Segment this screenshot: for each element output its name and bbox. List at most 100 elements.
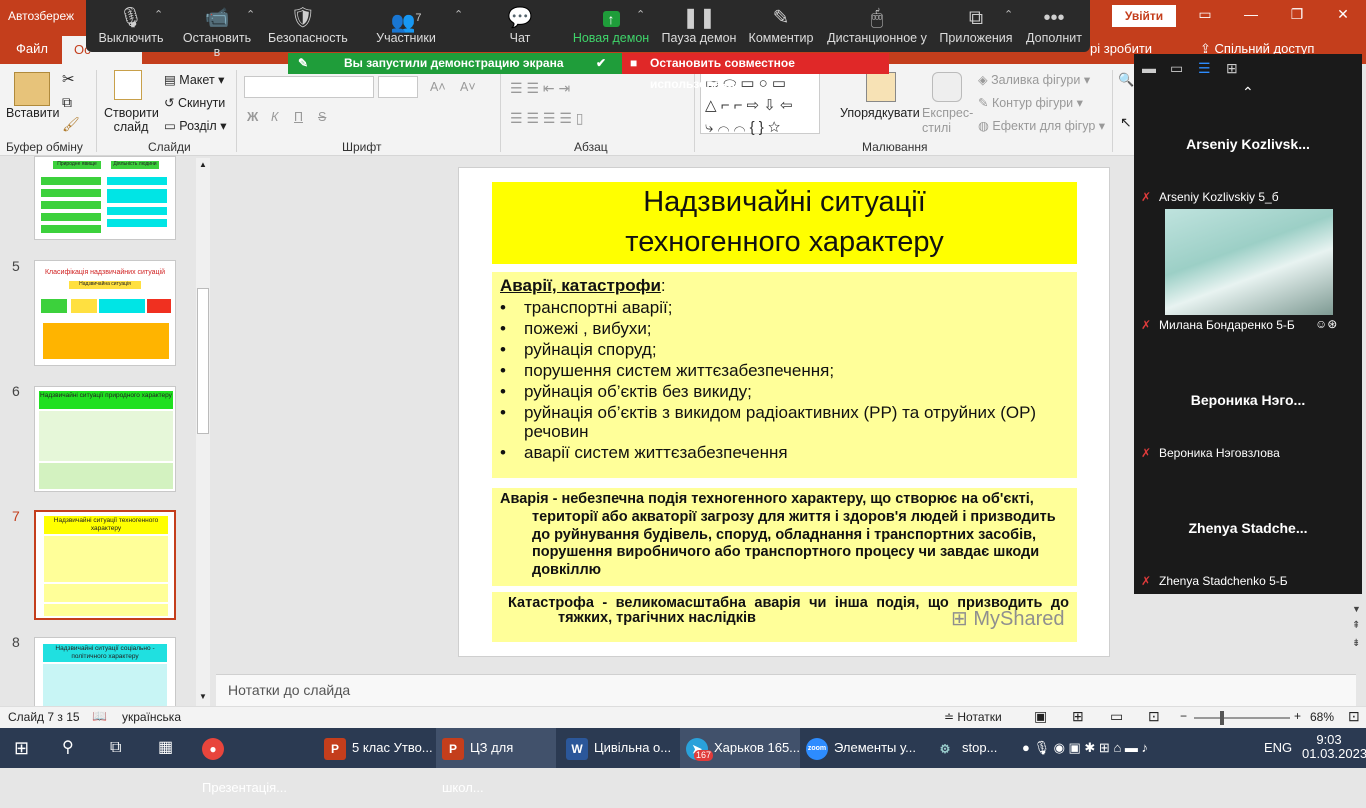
task-view-icon[interactable]: ⧉	[110, 728, 121, 768]
windows-start-icon[interactable]: ⊞	[14, 728, 29, 768]
align-icon[interactable]: ☰ ☰ ☰ ☰ ▯	[510, 110, 583, 127]
scroll-down-icon[interactable]: ▼	[199, 692, 207, 701]
grow-font-icon[interactable]: A˄	[430, 80, 446, 94]
stop-share-button[interactable]: ■ Остановить совместное использование	[622, 53, 889, 91]
italic-button[interactable]: К	[271, 110, 278, 124]
slide-thumbnail-5[interactable]: Класифікація надзвичайних ситуацій Надзв…	[34, 260, 176, 366]
strike-button[interactable]: S	[318, 110, 326, 124]
select-icon[interactable]: ↖	[1120, 114, 1132, 131]
bold-button[interactable]: Ж	[247, 110, 258, 124]
tray-icons[interactable]: ● 🎙 ◉ ▣ ✱ ⊞ ⌂ ▬ ♪	[1022, 728, 1148, 768]
speaker-view-icon[interactable]: ▭	[1170, 60, 1183, 77]
remote-control-button[interactable]: 🖱 Дистанционное у	[824, 5, 930, 45]
zoom-slider[interactable]	[1194, 717, 1290, 719]
shape-effects-button[interactable]: ◍ Ефекти для фігур ▾	[978, 118, 1105, 133]
taskbar-word[interactable]: W Цивільна о...	[566, 728, 676, 768]
shape-outline-button[interactable]: ✎ Контур фігури ▾	[978, 95, 1083, 110]
security-button[interactable]: 🛡 Безопасность	[268, 5, 348, 45]
font-size-input[interactable]	[378, 76, 418, 98]
copy-icon[interactable]: ⧉	[62, 94, 72, 111]
pin-icon[interactable]: ✎	[298, 53, 308, 74]
reading-view-icon[interactable]: ▭	[1110, 708, 1123, 725]
format-painter-icon[interactable]: 🖌	[62, 116, 80, 133]
slide-title[interactable]: Надзвичайні ситуації техногенного характ…	[492, 182, 1077, 264]
slide-thumbnail-8[interactable]: Надзвичайні ситуації соціально - політич…	[34, 637, 176, 708]
normal-view-icon[interactable]: ▣	[1034, 708, 1047, 725]
tab-file[interactable]: Файл	[16, 41, 48, 56]
quick-styles-button[interactable]: Експрес-стилі	[922, 106, 973, 136]
chevron-up-icon[interactable]: ⌃	[246, 8, 255, 21]
slide-thumbnail-6[interactable]: Надзвичайні ситуації природного характер…	[34, 386, 176, 492]
taskbar-stop-share[interactable]: ⚙ stop...	[934, 728, 1014, 768]
taskbar-zoom[interactable]: zoom Элементы у...	[806, 728, 924, 768]
paste-button[interactable]: Вставити	[6, 106, 59, 120]
section-button[interactable]: ▭ Розділ ▾	[164, 118, 226, 133]
next-slide-icon[interactable]: ⇟	[1352, 638, 1360, 649]
scrollbar-thumb[interactable]	[197, 288, 209, 434]
accidents-list-box[interactable]: Аварії, катастрофи: • транспортні аварії;…	[492, 272, 1077, 478]
gallery-view-icon[interactable]: ⊞	[1226, 60, 1238, 77]
collapse-icon[interactable]: ⌃	[1242, 84, 1254, 101]
stop-video-button[interactable]: 📹 Остановить в	[178, 5, 256, 59]
taskbar-chrome[interactable]: ● Презентація...	[202, 728, 314, 795]
close-icon[interactable]: ✕	[1328, 6, 1358, 26]
taskbar-powerpoint-1[interactable]: P 5 клас Утво...	[324, 728, 434, 768]
remote-label: Дистанционное у	[827, 31, 927, 45]
chevron-up-icon[interactable]: ⌃	[1004, 8, 1013, 21]
shrink-font-icon[interactable]: A˅	[460, 80, 476, 94]
accident-definition[interactable]: Аварія - небезпечна подія техногенного х…	[492, 488, 1077, 586]
zoom-level[interactable]: 68%	[1310, 710, 1334, 724]
calculator-icon[interactable]: ▦	[158, 728, 173, 768]
participant-tile[interactable]: Zhenya Stadche... ✗ Zhenya Stadchenko 5-…	[1135, 468, 1361, 594]
chevron-up-icon[interactable]: ⌃	[454, 8, 463, 21]
prev-slide-icon[interactable]: ⇞	[1352, 620, 1360, 631]
spellcheck-icon[interactable]: 📖	[92, 709, 107, 723]
sign-in-button[interactable]: Увійти	[1112, 5, 1176, 27]
slide-thumbnail-4[interactable]: Природне явище Діяльність людини	[34, 156, 176, 240]
new-slide-button[interactable]: Створити слайд	[104, 106, 159, 134]
slide-sorter-icon[interactable]: ⊞	[1072, 708, 1084, 725]
zoom-slider-thumb[interactable]	[1220, 711, 1224, 725]
zoom-out-icon[interactable]: −	[1180, 709, 1187, 723]
shape-fill-button[interactable]: ◈ Заливка фігури ▾	[978, 72, 1090, 87]
slide-canvas[interactable]: Надзвичайні ситуації техногенного характ…	[458, 167, 1110, 657]
slide-thumbnail-7-selected[interactable]: Надзвичайні ситуації техногенного характ…	[34, 510, 176, 620]
reset-button[interactable]: ↺ Скинути	[164, 95, 225, 110]
chevron-up-icon[interactable]: ⌃	[154, 8, 163, 21]
shape-effects-label: Ефекти для фігур	[992, 119, 1096, 133]
strip-view-icon[interactable]: ☰	[1198, 60, 1211, 77]
pause-share-button[interactable]: ❚❚ Пауза демон	[660, 5, 738, 45]
participants-button[interactable]: 👥7 Участники	[370, 5, 442, 45]
scroll-down-icon[interactable]: ▼	[1352, 604, 1361, 614]
language-indicator[interactable]: ENG	[1264, 728, 1292, 768]
zoom-in-icon[interactable]: +	[1294, 709, 1301, 723]
slideshow-icon[interactable]: ⊡	[1148, 708, 1160, 725]
thumbnails-scrollbar[interactable]: ▲ ▼	[196, 158, 210, 706]
fit-to-window-icon[interactable]: ⊡	[1348, 708, 1360, 725]
taskbar-telegram[interactable]: ➤ Харьков 165... 167	[680, 728, 800, 768]
font-name-input[interactable]	[244, 76, 374, 98]
maximize-icon[interactable]: ❐	[1282, 6, 1312, 26]
notes-pane[interactable]: Нотатки до слайда	[216, 674, 1356, 706]
annotate-button[interactable]: ✎ Комментир	[744, 5, 818, 45]
minimize-gallery-icon[interactable]: ▬	[1142, 60, 1156, 76]
search-icon[interactable]: ⚲	[62, 728, 74, 768]
bullets-icon[interactable]: ☰ ☰ ⇤ ⇥	[510, 80, 570, 97]
taskbar-powerpoint-2-active[interactable]: P ЦЗ для школ...	[436, 728, 556, 795]
scroll-up-icon[interactable]: ▲	[199, 160, 207, 169]
language-indicator[interactable]: українська	[122, 710, 181, 724]
chevron-up-icon[interactable]: ⌃	[636, 8, 645, 21]
restore-ribbon-icon[interactable]: ▭	[1190, 6, 1220, 26]
clock[interactable]: 9:03 01.03.2023	[1302, 728, 1366, 768]
layout-button[interactable]: ▤ Макет ▾	[164, 72, 224, 87]
find-icon[interactable]: 🔍	[1118, 72, 1134, 88]
minimize-icon[interactable]: —	[1236, 6, 1266, 26]
arrange-button[interactable]: Упорядкувати	[840, 106, 920, 120]
chat-button[interactable]: 💬 Чат	[500, 5, 540, 45]
underline-button[interactable]: П	[294, 110, 303, 124]
participant-tile[interactable]: Вероника Нэго... ✗ Вероника Нэговзлова	[1135, 340, 1361, 466]
cut-icon[interactable]: ✂	[62, 70, 75, 88]
participant-tile[interactable]: ✗ Милана Бондаренко 5-Б ☺⊛	[1135, 208, 1361, 340]
more-button[interactable]: ••• Дополнит	[1022, 5, 1086, 45]
notes-toggle[interactable]: ≐ Нотатки	[944, 710, 1002, 724]
